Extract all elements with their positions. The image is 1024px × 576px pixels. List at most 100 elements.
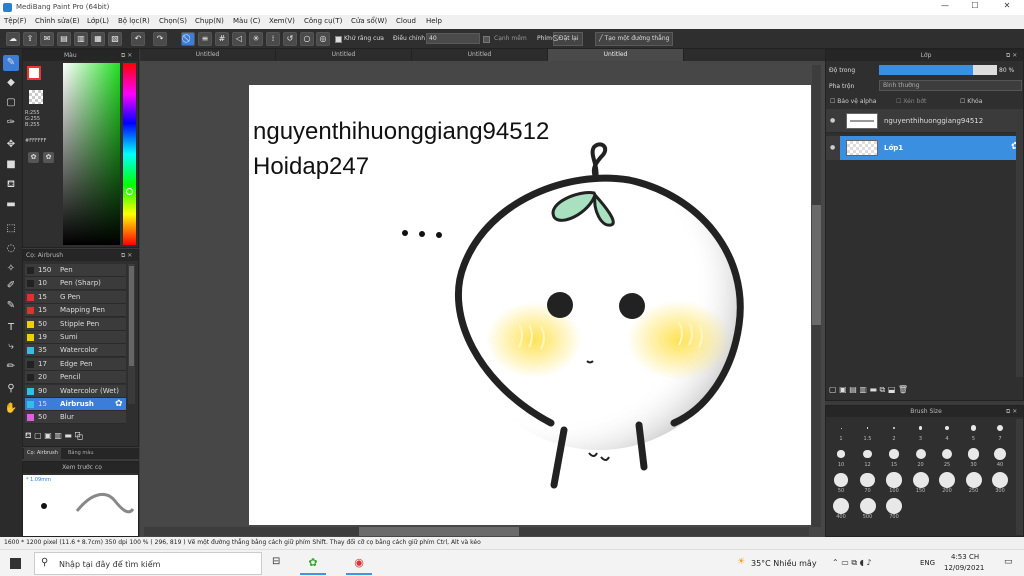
panel-float-icon[interactable]: ⧉ ✕ bbox=[121, 250, 132, 261]
palette-add-icon[interactable]: ✿ bbox=[43, 152, 54, 163]
brush-size-cell[interactable]: 3 bbox=[908, 420, 934, 442]
brush-size-cell[interactable]: 200 bbox=[934, 472, 960, 494]
menu-tools[interactable]: Công cụ(T) bbox=[304, 17, 342, 25]
layer-new-8bit-icon[interactable]: ▤ bbox=[849, 385, 857, 394]
menu-color[interactable]: Màu (C) bbox=[233, 17, 260, 25]
menu-help[interactable]: Help bbox=[426, 17, 442, 25]
visibility-eye-icon[interactable]: ● bbox=[830, 117, 835, 124]
fill-rect-tool-icon[interactable]: ■ bbox=[3, 157, 19, 173]
brush-delete-icon[interactable]: ▥ bbox=[54, 431, 62, 440]
brush-list-item[interactable]: 15 G Pen bbox=[25, 290, 126, 304]
layer-row-selected[interactable]: ● Lớp1 ✿ bbox=[826, 136, 1023, 160]
medibang-taskbar-icon[interactable]: ✿ bbox=[300, 552, 326, 575]
canvas-area[interactable]: nguyenthihuonggiang94512 Hoidap247 bbox=[140, 61, 825, 537]
layer-list-scrollbar[interactable] bbox=[1016, 109, 1023, 377]
canvas-paper[interactable]: nguyenthihuonggiang94512 Hoidap247 bbox=[249, 85, 811, 525]
layer-duplicate-icon[interactable]: ⧉ bbox=[880, 385, 886, 394]
canvas-horizontal-scrollbar[interactable] bbox=[144, 527, 809, 536]
brush-size-cell[interactable]: 15 bbox=[881, 446, 907, 468]
brush-size-cell[interactable]: 400 bbox=[828, 498, 854, 520]
select-eraser-icon[interactable]: ✎ bbox=[3, 298, 19, 314]
panel-float-icon[interactable]: ⧉ ✕ bbox=[1006, 406, 1017, 417]
brush-list-item[interactable]: 19 Sumi bbox=[25, 331, 126, 344]
brush-list-item[interactable]: 15 Airbrush ✿ bbox=[25, 398, 126, 411]
layer-merge-icon[interactable]: ⬓ bbox=[888, 385, 896, 394]
brush-size-cell[interactable]: 100 bbox=[881, 472, 907, 494]
new-file-icon[interactable]: ▤ bbox=[57, 32, 71, 46]
perspective-icon[interactable]: ◁ bbox=[232, 32, 246, 46]
curve-ruler-icon[interactable]: ↺ bbox=[283, 32, 297, 46]
brush-size-cell[interactable]: 2 bbox=[881, 420, 907, 442]
clock-date[interactable]: 12/09/2021 bbox=[944, 564, 984, 572]
lock-checkbox[interactable]: ☐ Khóa bbox=[960, 98, 982, 105]
menu-window[interactable]: Cửa sổ(W) bbox=[351, 17, 387, 25]
brush-panel-menu-icon[interactable]: ⧉ bbox=[75, 431, 84, 440]
select-tool-icon[interactable]: ⬚ bbox=[3, 221, 19, 237]
clock-time[interactable]: 4:53 CH bbox=[951, 553, 979, 561]
menu-capture[interactable]: Chụp(N) bbox=[195, 17, 224, 25]
text-tool-icon[interactable]: T bbox=[3, 320, 19, 336]
parallel-ruler-icon[interactable]: ≡ bbox=[198, 32, 212, 46]
lasso-tool-icon[interactable]: ◌ bbox=[3, 241, 19, 257]
brush-size-cell[interactable]: 7 bbox=[987, 420, 1013, 442]
menu-edit[interactable]: Chỉnh sửa(E) bbox=[35, 17, 80, 25]
taskbar-search-box[interactable]: ⚲ Nhập tại đây để tìm kiếm bbox=[34, 552, 262, 575]
gradient-tool-icon[interactable]: ▬ bbox=[3, 197, 19, 213]
brush-list-item[interactable]: 10 Pen (Sharp) bbox=[25, 277, 126, 291]
brush-size-cell[interactable]: 40 bbox=[987, 446, 1013, 468]
bucket-tool-icon[interactable]: ⛾ bbox=[3, 177, 19, 193]
tab-brush[interactable]: Cọ: Airbrush bbox=[24, 448, 61, 459]
brush-list-item[interactable]: 35 Watercolor bbox=[25, 344, 126, 358]
brush-size-cell[interactable]: 4 bbox=[934, 420, 960, 442]
antialias-checkbox[interactable] bbox=[335, 36, 342, 43]
brush-size-cell[interactable]: 20 bbox=[908, 446, 934, 468]
tab-untitled-3[interactable]: Untitled bbox=[412, 49, 548, 61]
eraser-tool-icon[interactable]: ◆ bbox=[3, 75, 19, 91]
brush-list-item[interactable]: 150 Pen bbox=[25, 264, 126, 277]
brush-copy-icon[interactable]: ▣ bbox=[44, 431, 52, 440]
panel-float-icon[interactable]: ⧉ ✕ bbox=[1006, 50, 1017, 61]
straight-line-button[interactable]: ╱ Tạo một đường thẳng bbox=[595, 32, 674, 46]
brush-list-item[interactable]: 15 Mapping Pen bbox=[25, 304, 126, 318]
menu-select[interactable]: Chọn(S) bbox=[159, 17, 187, 25]
ruler-off-icon[interactable]: ⃠ bbox=[181, 32, 195, 46]
windows-start-icon[interactable] bbox=[10, 558, 21, 569]
brush-add-icon[interactable]: ⛾ bbox=[25, 431, 32, 440]
protect-alpha-checkbox[interactable]: ☐ Bảo vệ alpha bbox=[830, 98, 876, 105]
brush-size-cell[interactable]: 1 bbox=[828, 420, 854, 442]
transparent-color-swatch[interactable] bbox=[29, 90, 43, 104]
brush-list-item[interactable]: 20 Pencil bbox=[25, 371, 126, 385]
visibility-eye-icon[interactable]: ● bbox=[830, 144, 835, 151]
concentric-ruler-icon[interactable]: ◎ bbox=[316, 32, 330, 46]
magic-wand-icon[interactable]: ✧ bbox=[3, 261, 19, 277]
menu-filter[interactable]: Bộ lọc(R) bbox=[118, 17, 150, 25]
brush-list-item[interactable]: 50 Stipple Pen bbox=[25, 317, 126, 331]
operation-tool-icon[interactable]: ⤷ bbox=[3, 339, 19, 355]
brush-folder-icon[interactable]: ▬ bbox=[64, 431, 72, 440]
language-indicator[interactable]: ENG bbox=[920, 559, 935, 567]
brush-tool-icon[interactable]: ✎ bbox=[3, 55, 19, 71]
move-tool-icon[interactable]: ✥ bbox=[3, 137, 19, 153]
tab-untitled-1[interactable]: Untitled bbox=[140, 49, 276, 61]
tab-palette[interactable]: Bảng màu bbox=[68, 448, 94, 459]
brush-size-cell[interactable]: 1.5 bbox=[855, 420, 881, 442]
cloud-icon[interactable]: ☁ bbox=[6, 32, 20, 46]
brush-size-cell[interactable]: 12 bbox=[855, 446, 881, 468]
edge-checkbox[interactable] bbox=[483, 36, 490, 43]
undo-icon[interactable]: ↶ bbox=[131, 32, 145, 46]
clip-checkbox[interactable]: ☐ Xén bớt bbox=[896, 98, 926, 105]
open-file-icon[interactable]: ▥ bbox=[74, 32, 88, 46]
menu-cloud[interactable]: Cloud bbox=[396, 17, 416, 25]
weather-text[interactable]: 35°C Nhiều mây bbox=[751, 559, 817, 568]
brush-size-scrollbar[interactable] bbox=[1016, 419, 1023, 535]
dot-tool-icon[interactable]: ✑ bbox=[3, 115, 19, 131]
grid-icon[interactable]: ⁞ bbox=[266, 32, 280, 46]
comment-icon[interactable]: ✉ bbox=[40, 32, 54, 46]
brush-size-cell[interactable]: 5 bbox=[961, 420, 987, 442]
grid-ruler-icon[interactable]: # bbox=[215, 32, 229, 46]
layer-row[interactable]: ● nguyenthihuonggiang94512 bbox=[826, 109, 1023, 133]
hue-handle[interactable] bbox=[126, 188, 133, 195]
brush-size-cell[interactable]: 300 bbox=[987, 472, 1013, 494]
divide-tool-icon[interactable]: ✏ bbox=[3, 359, 19, 375]
brush-size-cell[interactable]: 25 bbox=[934, 446, 960, 468]
